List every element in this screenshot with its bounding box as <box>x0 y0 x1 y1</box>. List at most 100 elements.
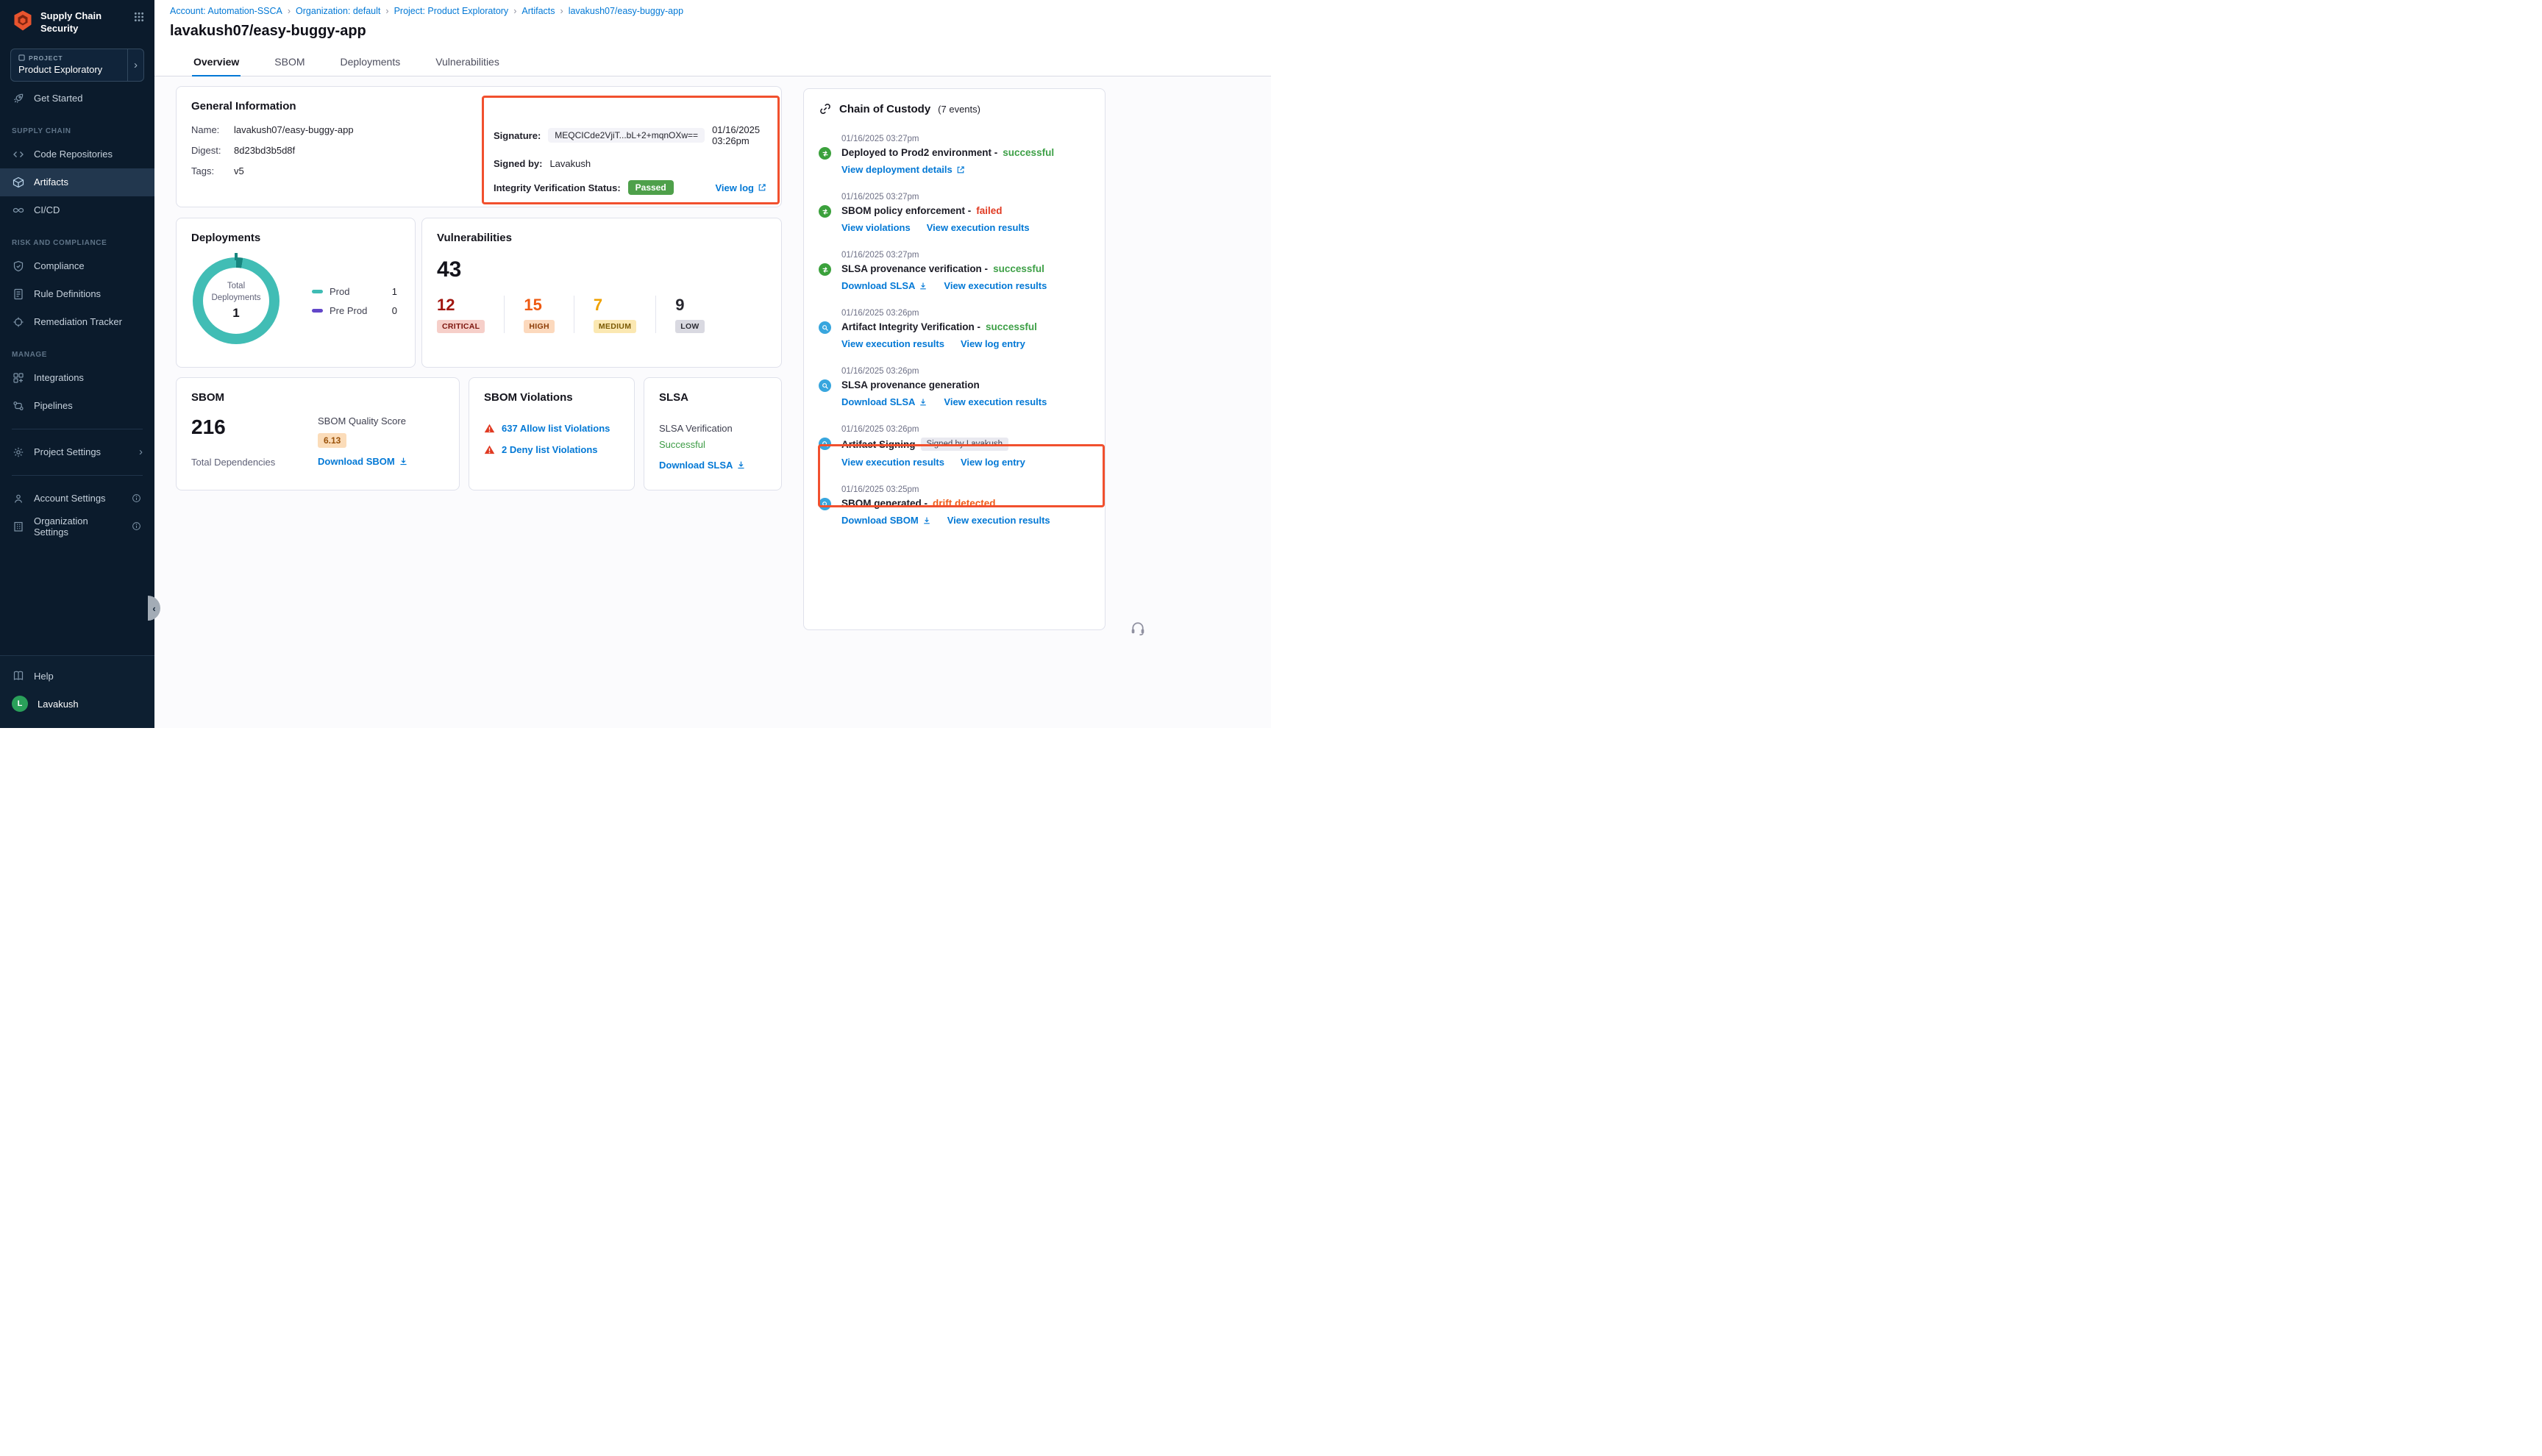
download-sbom-link[interactable]: Download SBOM <box>318 456 408 467</box>
info-icon <box>130 521 143 531</box>
support-headset-icon[interactable] <box>1130 620 1146 636</box>
event-timestamp: 01/16/2025 03:26pm <box>841 425 1090 434</box>
signature-value: MEQCICde2VjiT...bL+2+mqnOXw== <box>548 128 705 143</box>
signed-by-label: Signed by: <box>494 158 542 169</box>
tab-vulnerabilities[interactable]: Vulnerabilities <box>434 49 501 76</box>
chain-of-custody-card: Chain of Custody (7 events) 01/16/2025 0… <box>803 88 1106 630</box>
status-badge-passed: Passed <box>628 180 674 195</box>
view-log-link[interactable]: View log <box>716 182 767 193</box>
sidebar-item-organization-settings[interactable]: Organization Settings <box>0 513 154 540</box>
tab-deployments[interactable]: Deployments <box>339 49 402 76</box>
sbom-quality-score-badge: 6.13 <box>318 433 346 448</box>
sidebar-item-rule-definitions[interactable]: Rule Definitions <box>0 280 154 308</box>
view-execution-results-link[interactable]: View execution results <box>927 222 1030 233</box>
sidebar-item-integrations[interactable]: Integrations <box>0 364 154 392</box>
tab-bar: Overview SBOM Deployments Vulnerabilitie… <box>154 49 501 76</box>
project-icon <box>18 54 25 61</box>
sidebar-item-compliance[interactable]: Compliance <box>0 252 154 280</box>
sidebar-item-pipelines[interactable]: Pipelines <box>0 392 154 420</box>
view-execution-results-link[interactable]: View execution results <box>944 396 1047 407</box>
sidebar-section-manage: MANAGE <box>0 336 154 364</box>
breadcrumb-project[interactable]: Project: Product Exploratory <box>394 6 517 16</box>
sidebar-item-remediation-tracker[interactable]: Remediation Tracker <box>0 308 154 336</box>
download-slsa-link[interactable]: Download SLSA <box>841 280 928 291</box>
breadcrumb-account[interactable]: Account: Automation-SSCA <box>170 6 291 16</box>
event-links: View execution results View log entry <box>841 338 1090 349</box>
sidebar-item-label: Remediation Tracker <box>34 316 122 327</box>
severity-critical: 12 CRITICAL <box>437 296 504 333</box>
view-deployment-details-link[interactable]: View deployment details <box>841 164 965 175</box>
download-icon <box>399 457 408 466</box>
card-title: SBOM <box>191 391 444 404</box>
view-violations-link[interactable]: View violations <box>841 222 911 233</box>
breadcrumb-artifacts[interactable]: Artifacts <box>521 6 563 16</box>
allow-list-violations-link[interactable]: 637 Allow list Violations <box>502 423 610 434</box>
sidebar-item-code-repositories[interactable]: Code Repositories <box>0 140 154 168</box>
event-links: View execution results View log entry <box>841 457 1090 468</box>
general-information-card: General Information Name:lavakush07/easy… <box>176 86 782 207</box>
sidebar-item-account-settings[interactable]: Account Settings <box>0 485 154 513</box>
download-sbom-link[interactable]: Download SBOM <box>841 515 931 526</box>
project-selector[interactable]: PROJECT Product Exploratory <box>10 49 144 82</box>
download-icon <box>736 460 746 470</box>
view-log-entry-link[interactable]: View log entry <box>961 457 1025 468</box>
deployments-donut-chart: Total Deployments 1 <box>193 257 280 344</box>
user-menu[interactable]: L Lavakush <box>0 690 154 718</box>
info-icon <box>130 493 143 503</box>
artifact-signing-event-icon <box>819 438 831 450</box>
custody-event-slsa-verification: 01/16/2025 03:27pm SLSA provenance verif… <box>819 251 1090 291</box>
gear-icon <box>12 446 24 458</box>
event-timestamp: 01/16/2025 03:27pm <box>841 251 1090 260</box>
artifact-digest-value: 8d23bd3b5d8f <box>234 145 295 156</box>
breadcrumb-organization[interactable]: Organization: default <box>296 6 389 16</box>
sidebar-item-cicd[interactable]: CI/CD <box>0 196 154 224</box>
sidebar-divider <box>12 475 143 476</box>
signature-label: Signature: <box>494 130 541 141</box>
integrity-status-label: Integrity Verification Status: <box>494 182 621 193</box>
brand-logo-icon <box>12 10 34 32</box>
view-execution-results-link[interactable]: View execution results <box>841 457 944 468</box>
breadcrumb-current[interactable]: lavakush07/easy-buggy-app <box>569 6 683 16</box>
sbom-generated-event-icon <box>819 498 831 510</box>
severity-high: 15 HIGH <box>504 296 573 333</box>
custody-event-sbom-policy: 01/16/2025 03:27pm SBOM policy enforceme… <box>819 193 1090 233</box>
sidebar-item-help[interactable]: Help <box>0 662 154 690</box>
download-slsa-link[interactable]: Download SLSA <box>659 460 746 471</box>
prod-legend-marker <box>312 290 323 293</box>
account-icon <box>12 493 24 504</box>
view-log-entry-link[interactable]: View log entry <box>961 338 1025 349</box>
apps-grid-icon[interactable] <box>134 12 144 22</box>
sidebar-item-project-settings[interactable]: Project Settings <box>0 438 154 466</box>
view-execution-results-link[interactable]: View execution results <box>947 515 1050 526</box>
view-execution-results-link[interactable]: View execution results <box>944 280 1047 291</box>
sidebar-item-label: Code Repositories <box>34 149 113 160</box>
event-count: (7 events) <box>938 104 980 115</box>
event-title: SLSA provenance verification - successfu… <box>841 263 1090 274</box>
sidebar-item-artifacts[interactable]: Artifacts <box>0 168 154 196</box>
project-chevron-right-icon[interactable] <box>127 49 143 81</box>
sidebar-item-label: Artifacts <box>34 176 68 188</box>
event-status: successful <box>1003 147 1054 158</box>
sidebar-item-get-started[interactable]: Get Started <box>0 85 154 113</box>
brand-title: Supply Chain Security <box>40 10 127 35</box>
deployment-event-icon <box>819 147 831 160</box>
warning-triangle-icon <box>484 444 495 455</box>
download-slsa-link[interactable]: Download SLSA <box>841 396 928 407</box>
deny-list-violations-link[interactable]: 2 Deny list Violations <box>502 444 598 455</box>
view-execution-results-link[interactable]: View execution results <box>841 338 944 349</box>
field-label: Digest: <box>191 145 234 156</box>
avatar: L <box>12 696 28 712</box>
tab-sbom[interactable]: SBOM <box>273 49 306 76</box>
event-links: View violations View execution results <box>841 222 1090 233</box>
tab-overview[interactable]: Overview <box>192 49 241 76</box>
severity-low: 9 LOW <box>655 296 723 333</box>
project-label: PROJECT <box>29 54 63 62</box>
event-timestamp: 01/16/2025 03:26pm <box>841 309 1090 318</box>
integrations-icon <box>12 372 24 384</box>
sidebar-item-label: Help <box>34 671 54 682</box>
infinity-icon <box>12 204 24 216</box>
event-title: SBOM policy enforcement - failed <box>841 205 1090 216</box>
chain-of-custody-title: Chain of Custody <box>839 103 930 115</box>
main-content: General Information Name:lavakush07/easy… <box>154 76 1271 728</box>
rocket-icon <box>12 93 24 104</box>
